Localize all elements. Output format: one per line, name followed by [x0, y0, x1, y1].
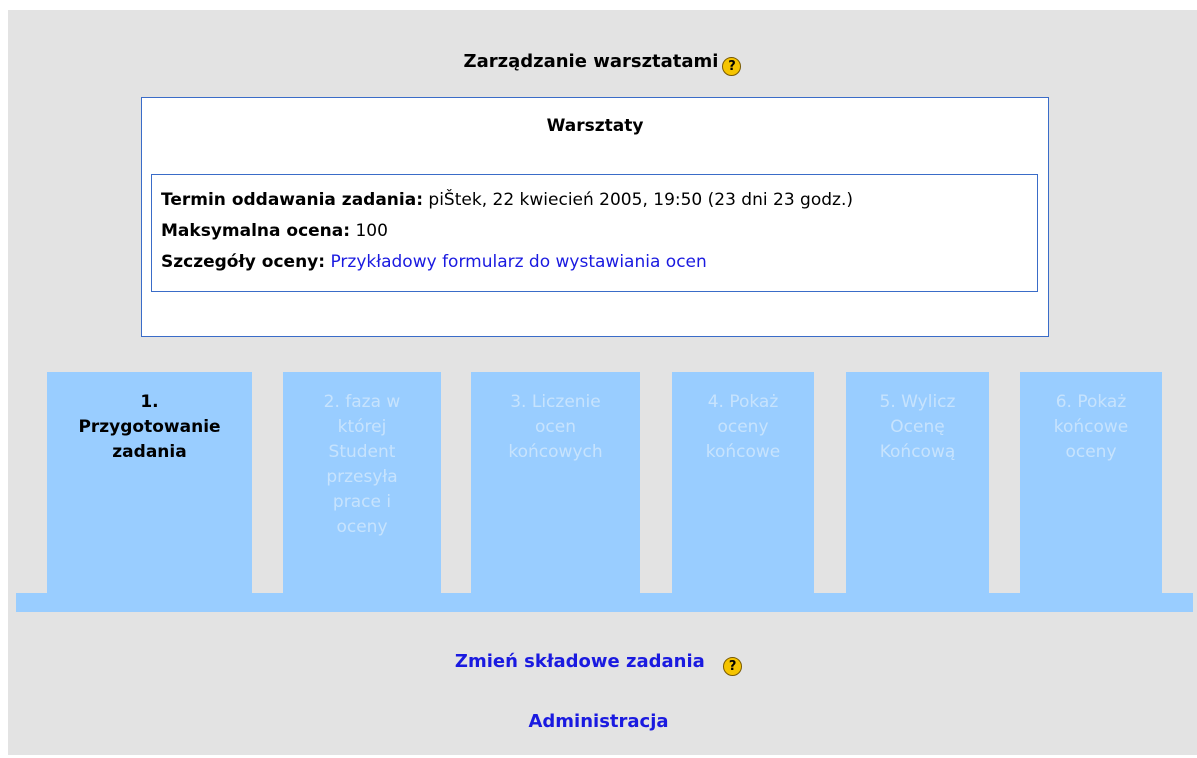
- tab-phase-4-line: oceny: [717, 417, 769, 437]
- tab-phase-2-line: której: [337, 417, 387, 437]
- deadline-label: Termin oddawania zadania:: [161, 190, 424, 210]
- max-grade-row: Maksymalna ocena: 100: [161, 216, 1037, 247]
- tab-phase-1[interactable]: 1. Przygotowanie zadania: [47, 372, 252, 593]
- grade-details-label: Szczegóły oceny:: [161, 252, 326, 272]
- tab-phase-5[interactable]: 5. Wylicz Ocenę Końcową: [846, 372, 989, 593]
- workshop-details: Termin oddawania zadania: piŠtek, 22 kwi…: [151, 174, 1038, 292]
- tab-phase-3[interactable]: 3. Liczenie ocen końcowych: [471, 372, 640, 593]
- administration-link[interactable]: Administracja: [528, 711, 668, 732]
- tab-phase-4-line: końcowe: [705, 442, 781, 462]
- tab-phase-5-line: Końcową: [879, 442, 956, 462]
- max-grade-label: Maksymalna ocena:: [161, 221, 351, 241]
- tab-phase-2-line: przesyła: [326, 467, 398, 487]
- tab-phase-3-line: 3. Liczenie: [510, 392, 601, 412]
- deadline-row: Termin oddawania zadania: piŠtek, 22 kwi…: [161, 185, 1037, 216]
- tab-phase-3-line: ocen: [535, 417, 576, 437]
- tab-phase-6[interactable]: 6. Pokaż końcowe oceny: [1020, 372, 1162, 593]
- change-components-link[interactable]: Zmień składowe zadania: [455, 651, 705, 672]
- tab-phase-1-line: 1.: [140, 392, 159, 412]
- tab-phase-1-line: Przygotowanie: [78, 417, 221, 437]
- tab-phase-2-line: oceny: [336, 517, 388, 537]
- max-grade-value: 100: [355, 221, 388, 241]
- tab-phase-6-line: końcowe: [1053, 417, 1129, 437]
- tab-phase-5-line: Ocenę: [890, 417, 945, 437]
- tab-phase-2-line: Student: [328, 442, 396, 462]
- tab-phase-2[interactable]: 2. faza w której Student przesyła prace …: [283, 372, 441, 593]
- tab-phase-4[interactable]: 4. Pokaż oceny końcowe: [672, 372, 814, 593]
- deadline-value: piŠtek, 22 kwiecień 2005, 19:50 (23 dni …: [428, 190, 853, 210]
- administration-row: Administracja: [0, 711, 1197, 732]
- tab-phase-5-line: 5. Wylicz: [879, 392, 956, 412]
- tab-phase-6-line: oceny: [1065, 442, 1117, 462]
- workshop-info-box: Warsztaty Termin oddawania zadania: piŠt…: [141, 97, 1049, 337]
- help-icon[interactable]: ?: [722, 57, 742, 76]
- tab-phase-3-line: końcowych: [508, 442, 603, 462]
- page-title: Zarządzanie warsztatami: [463, 51, 719, 72]
- change-components-row: Zmień składowe zadania ?: [0, 651, 1197, 676]
- info-box-title: Warsztaty: [546, 116, 644, 136]
- tab-phase-6-line: 6. Pokaż: [1055, 392, 1127, 412]
- tab-bar-baseline: [16, 593, 1193, 612]
- grade-form-link[interactable]: Przykładowy formularz do wystawiania oce…: [330, 252, 706, 272]
- tab-phase-1-line: zadania: [112, 442, 187, 462]
- help-icon[interactable]: ?: [723, 657, 743, 676]
- grade-details-row: Szczegóły oceny: Przykładowy formularz d…: [161, 247, 1037, 278]
- tab-phase-2-line: 2. faza w: [323, 392, 401, 412]
- page-heading: Zarządzanie warsztatami?: [8, 50, 1197, 76]
- tab-phase-2-line: prace i: [332, 492, 392, 512]
- tab-phase-4-line: 4. Pokaż: [707, 392, 779, 412]
